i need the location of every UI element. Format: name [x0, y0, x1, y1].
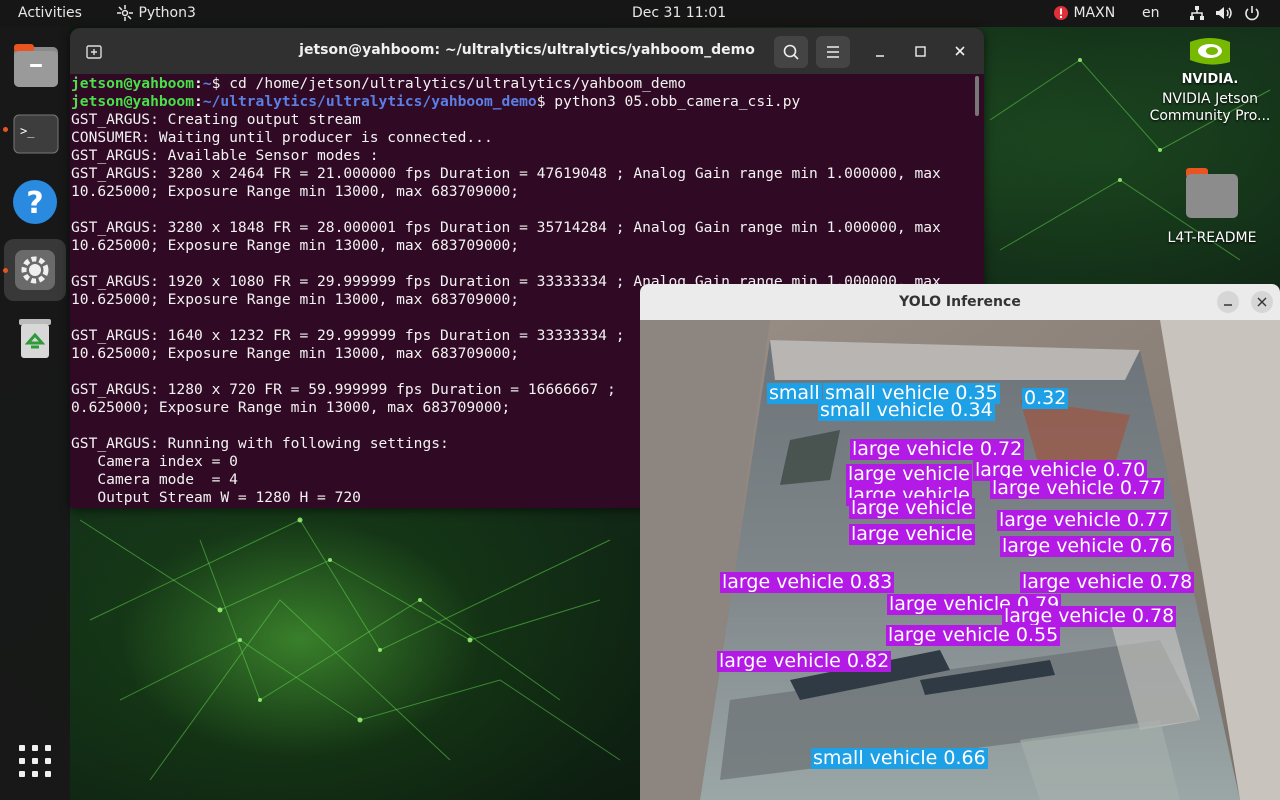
- svg-text:?: ?: [26, 186, 43, 221]
- terminal-icon: >_: [13, 114, 59, 154]
- trash-icon: [19, 319, 51, 358]
- command-text: python3 05.obb_camera_csi.py: [554, 93, 801, 110]
- search-button[interactable]: [774, 36, 808, 68]
- small-vehicle-detection-label: small vehicle 0.66: [811, 747, 988, 769]
- terminal-line: GST_ARGUS: 3280 x 1848 FR = 28.000001 fp…: [71, 219, 941, 236]
- terminal-header: jetson@yahboom: ~/ultralytics/ultralytic…: [70, 28, 984, 74]
- top-bar: Activities Python3 Dec 31 11:01 MAXN en: [0, 0, 1280, 27]
- folder-icon: [1186, 168, 1238, 218]
- command-text: cd /home/jetson/ultralytics/ultralytics/…: [229, 75, 687, 92]
- prompt-path: ~/ultralytics/ultralytics/yahboom_demo: [202, 93, 537, 110]
- large-vehicle-detection-label: large vehicle: [849, 523, 975, 545]
- camera-feed: small small vehicle 0.35 0.32 small vehicle…: [640, 320, 1280, 800]
- menu-button[interactable]: [816, 36, 850, 68]
- prompt-line: jetson@yahboom:~/ultralytics/ultralytics…: [71, 93, 801, 110]
- terminal-line: GST_ARGUS: 3280 x 2464 FR = 21.000000 fp…: [71, 165, 941, 182]
- dock-terminal[interactable]: >_: [4, 103, 66, 165]
- minimize-icon: [1224, 304, 1232, 306]
- app-name: Python3: [138, 5, 196, 21]
- terminal-line: 10.625000; Exposure Range min 13000, max…: [71, 183, 520, 200]
- close-icon: [1257, 297, 1267, 307]
- terminal-scrollbar[interactable]: [975, 76, 979, 116]
- input-source[interactable]: en: [1142, 0, 1160, 27]
- python-app-icon: [117, 5, 133, 21]
- maximize-icon: [915, 46, 926, 57]
- yolo-header: YOLO Inference: [640, 284, 1280, 320]
- prompt-line: jetson@yahboom:~$ cd /home/jetson/ultral…: [71, 75, 687, 92]
- large-vehicle-detection-label: large vehicle 0.76: [1000, 535, 1175, 557]
- dock-settings[interactable]: [4, 239, 66, 301]
- yolo-minimize-button[interactable]: [1217, 291, 1239, 313]
- running-indicator: [3, 268, 8, 273]
- show-apps-button[interactable]: [4, 729, 66, 791]
- clock[interactable]: Dec 31 11:01: [632, 0, 726, 27]
- minimize-button[interactable]: [866, 36, 894, 68]
- minimize-icon: [876, 55, 884, 57]
- gear-icon: [15, 250, 55, 290]
- large-vehicle-detection-label: large vehicle 0.82: [717, 650, 892, 672]
- power-icon: [1245, 6, 1259, 21]
- nvidia-logo-text: NVIDIA.: [1181, 72, 1239, 87]
- hamburger-icon: [827, 46, 839, 58]
- new-tab-icon: [86, 45, 102, 59]
- large-vehicle-detection-label: large vehicle: [846, 463, 972, 485]
- terminal-line: GST_ARGUS: Creating output stream: [71, 111, 361, 128]
- prompt-user: jetson@yahboom: [71, 75, 195, 92]
- system-menu[interactable]: [1188, 0, 1261, 27]
- close-icon: [955, 46, 965, 56]
- help-icon: ?: [13, 180, 57, 224]
- dock: >_ ?: [0, 27, 70, 800]
- small-vehicle-detection-label: 0.32: [1022, 387, 1069, 409]
- svg-text:>_: >_: [20, 124, 35, 138]
- volume-icon: [1216, 7, 1233, 19]
- large-vehicle-detection-label: large vehicle 0.78: [1020, 571, 1195, 593]
- desktop-icon-nvidia[interactable]: NVIDIA. NVIDIA Jetson Community Pro...: [1145, 34, 1275, 125]
- large-vehicle-detection-label: large vehicle 0.55: [886, 624, 1061, 646]
- app-menu[interactable]: Python3: [116, 0, 196, 27]
- new-tab-button[interactable]: [78, 36, 110, 68]
- yolo-close-button[interactable]: [1251, 291, 1273, 313]
- dock-files[interactable]: [4, 35, 66, 97]
- yolo-title: YOLO Inference: [899, 294, 1021, 310]
- small-vehicle-detection-label: small vehicle 0.34: [818, 399, 995, 421]
- small-vehicle-detection-label: small: [767, 382, 822, 404]
- network-icon: [1190, 6, 1204, 20]
- grid-icon: [19, 745, 51, 777]
- terminal-line: 10.625000; Exposure Range min 13000, max…: [71, 237, 520, 254]
- prompt-user: jetson@yahboom: [71, 93, 195, 110]
- large-vehicle-detection-label: large vehicle 0.77: [997, 509, 1172, 531]
- terminal-line: GST_ARGUS: Available Sensor modes :: [71, 147, 379, 164]
- yolo-window[interactable]: YOLO Inference small small vehicle 0.35 …: [640, 284, 1280, 800]
- search-icon: [783, 44, 799, 60]
- large-vehicle-detection-label: large vehicle 0.72: [850, 438, 1025, 460]
- large-vehicle-detection-label: large vehicle: [849, 497, 975, 519]
- dock-trash[interactable]: [4, 307, 66, 369]
- terminal-line: CONSUMER: Waiting until producer is conn…: [71, 129, 493, 146]
- dock-help[interactable]: ?: [4, 171, 66, 233]
- maximize-button[interactable]: [906, 36, 934, 68]
- readme-label: L4T-README: [1167, 230, 1257, 246]
- nvidia-label: NVIDIA Jetson Community Pro...: [1149, 91, 1271, 124]
- large-vehicle-detection-label: large vehicle 0.77: [990, 477, 1165, 499]
- power-mode-indicator[interactable]: MAXN: [1053, 0, 1115, 27]
- folder-icon: [14, 44, 58, 87]
- alert-icon: [1054, 6, 1068, 20]
- large-vehicle-detection-label: large vehicle 0.83: [720, 571, 895, 593]
- prompt-path: ~: [202, 75, 212, 92]
- close-button[interactable]: [946, 36, 974, 68]
- power-mode-label: MAXN: [1073, 5, 1116, 21]
- activities-button[interactable]: Activities: [18, 0, 82, 27]
- desktop-icon-readme[interactable]: L4T-README: [1152, 162, 1272, 246]
